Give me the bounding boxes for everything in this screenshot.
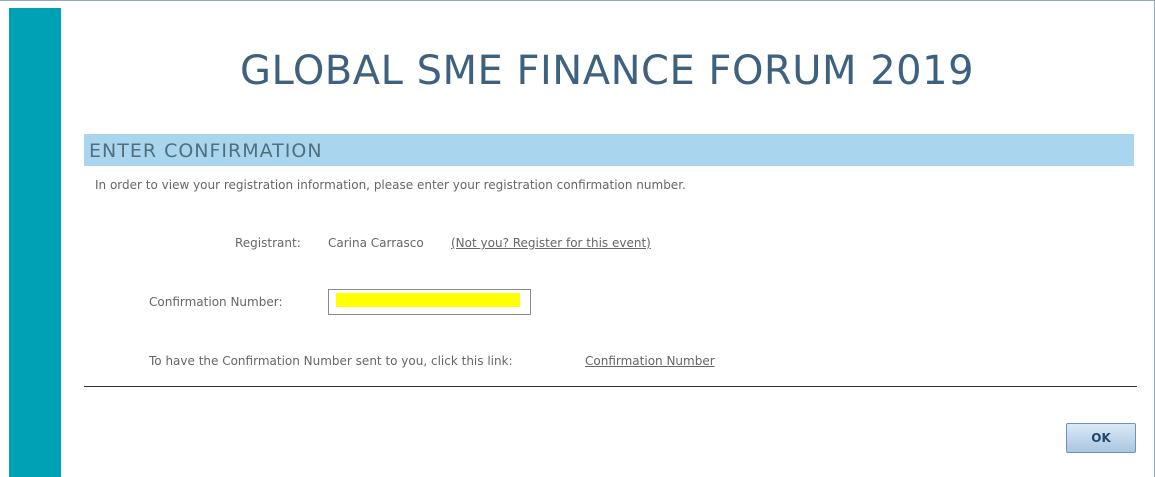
registrant-name: Carina Carrasco bbox=[328, 236, 424, 250]
redaction-highlight bbox=[336, 293, 520, 307]
event-title: GLOBAL SME FINANCE FORUM 2019 bbox=[239, 48, 975, 94]
confirmation-number-link[interactable]: Confirmation Number bbox=[585, 354, 715, 368]
registrant-label: Registrant: bbox=[235, 236, 301, 250]
instructions-text: In order to view your registration infor… bbox=[95, 178, 686, 192]
ok-button[interactable]: OK bbox=[1066, 423, 1136, 453]
confirmation-number-label: Confirmation Number: bbox=[149, 295, 283, 309]
divider bbox=[84, 386, 1137, 387]
section-header: ENTER CONFIRMATION bbox=[84, 134, 1134, 166]
register-for-event-link[interactable]: (Not you? Register for this event) bbox=[451, 236, 651, 250]
send-confirmation-text: To have the Confirmation Number sent to … bbox=[149, 354, 513, 368]
confirmation-number-input[interactable] bbox=[328, 289, 531, 315]
left-accent-bar bbox=[9, 8, 61, 477]
